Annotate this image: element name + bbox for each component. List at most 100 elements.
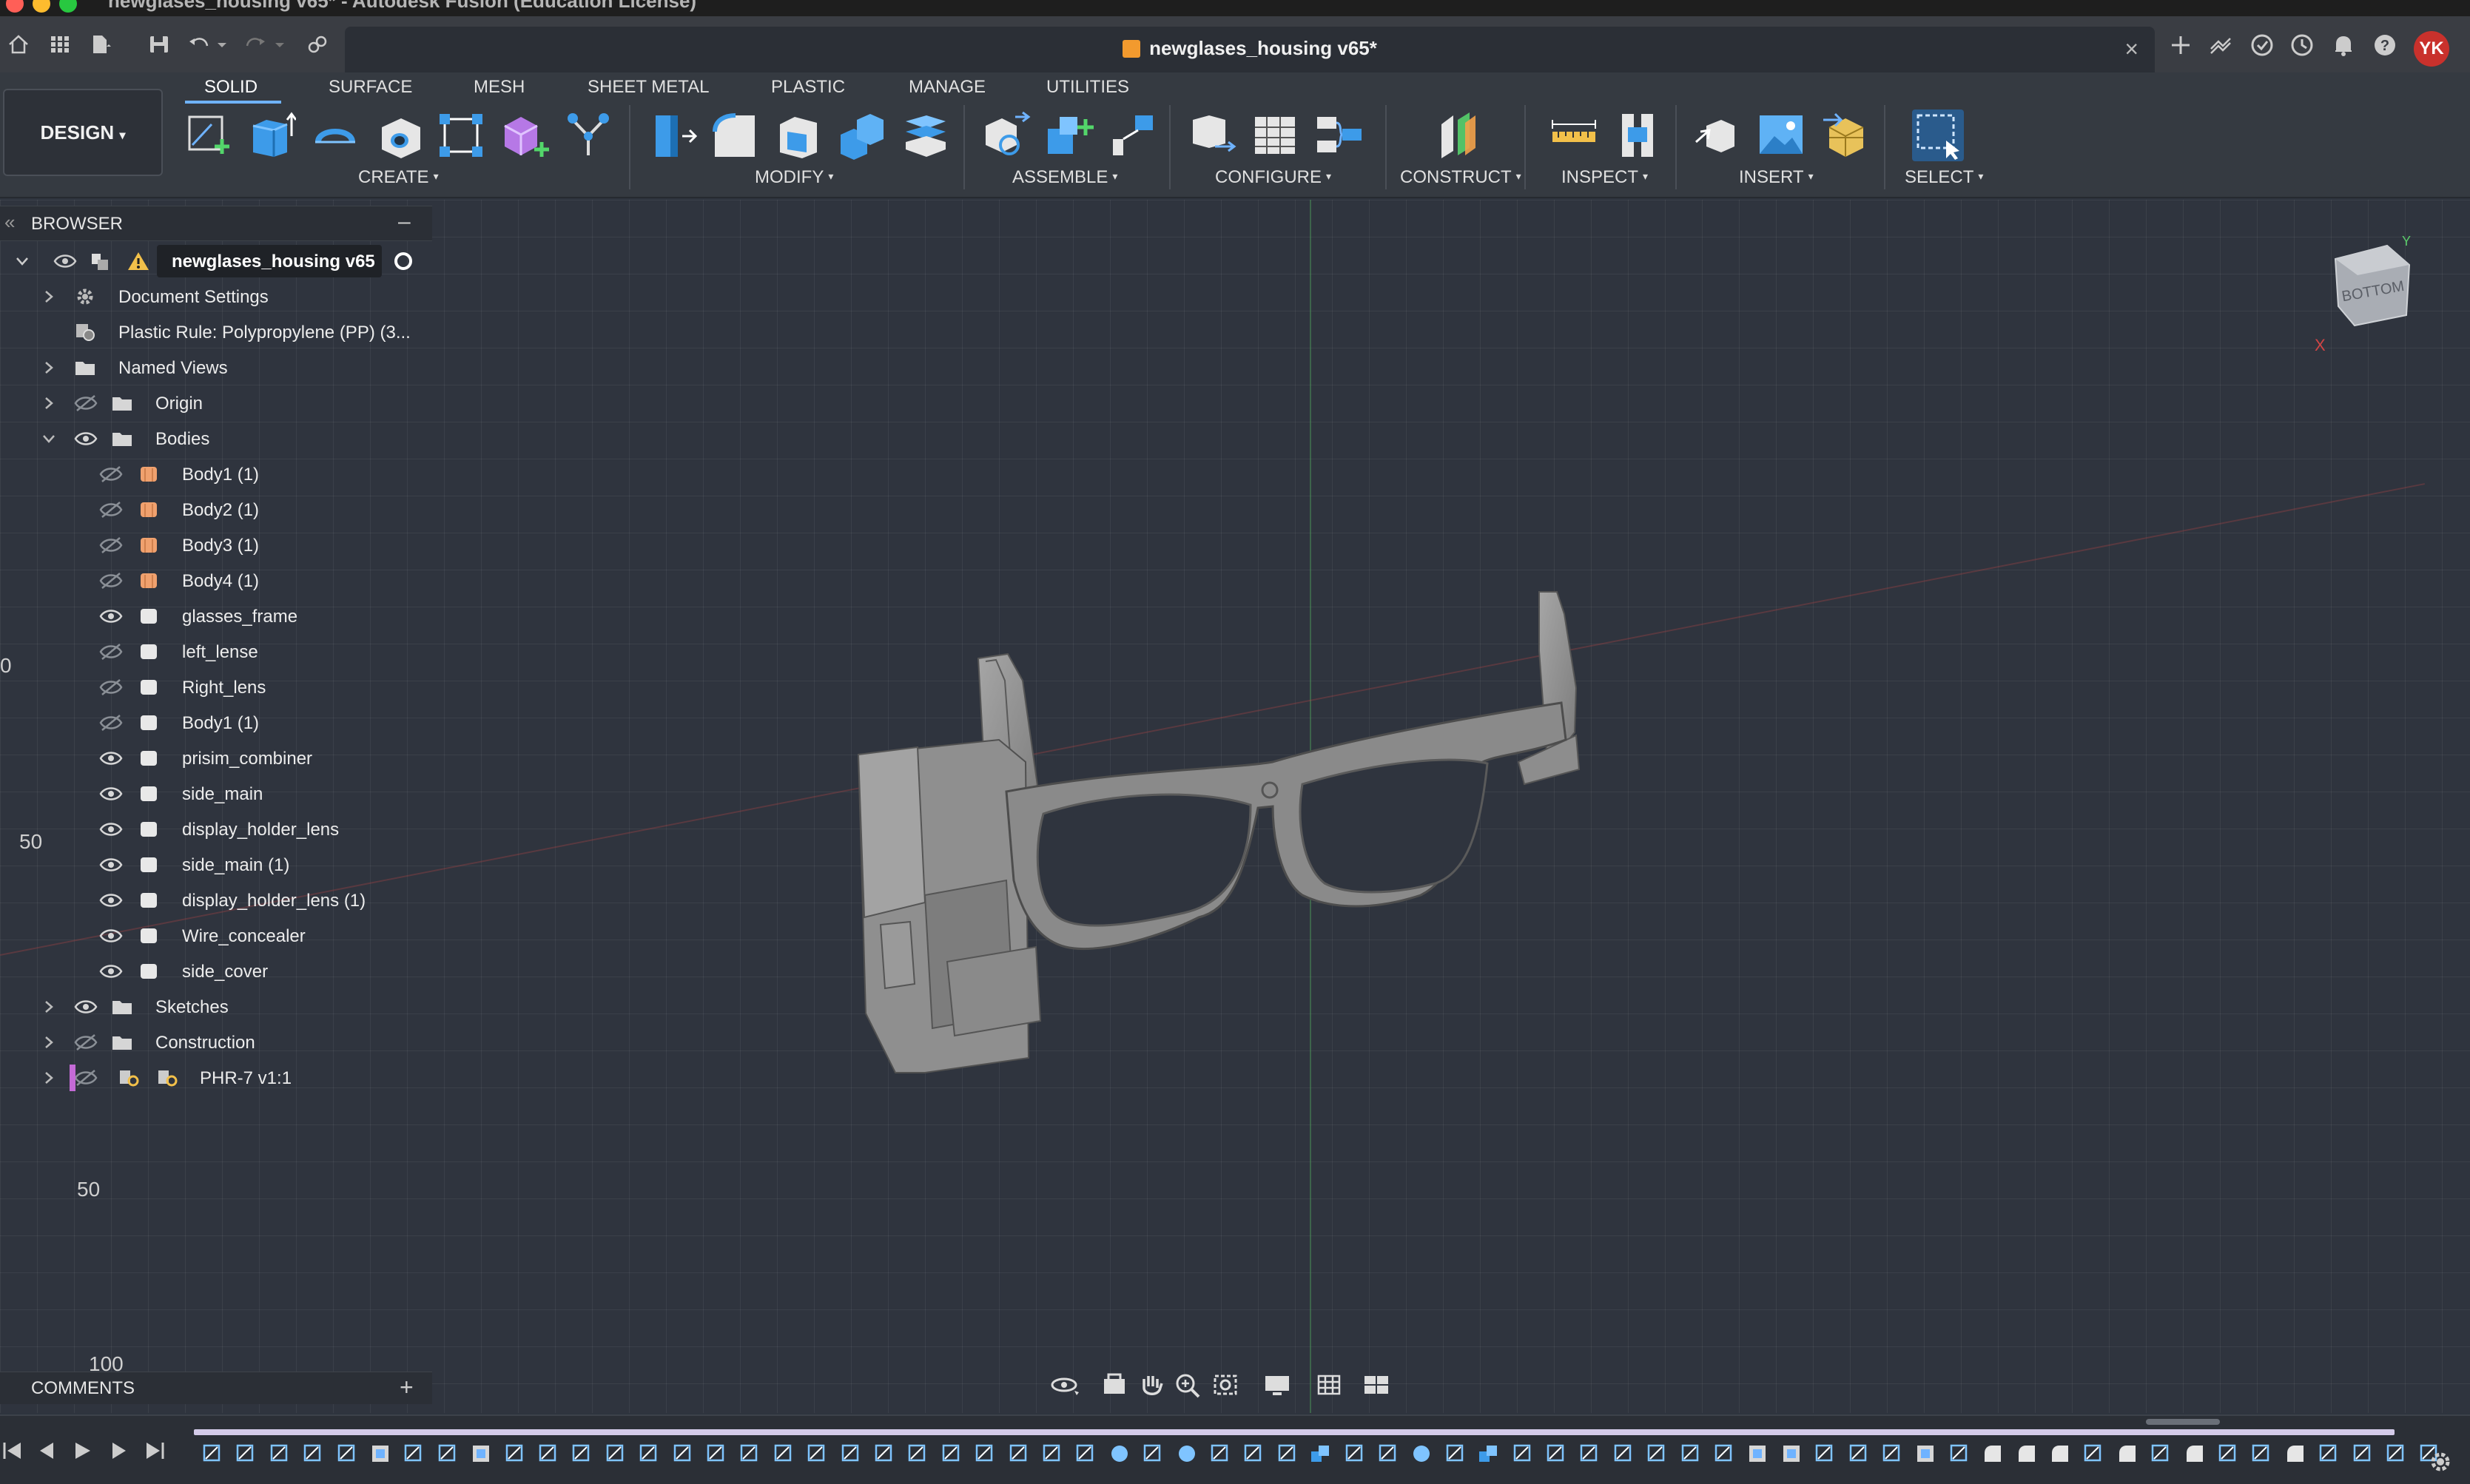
timeline-feature-sketch-icon[interactable] [1512,1443,1534,1465]
timeline-feature-sketch-icon[interactable] [1377,1443,1399,1465]
workspace-switcher-button[interactable]: DESIGN ▾ [3,89,163,176]
configure-icon[interactable] [1185,109,1237,161]
browser-item[interactable]: Body3 (1) [0,527,432,563]
fillet-icon[interactable] [709,109,761,161]
warning-icon[interactable] [127,251,149,271]
measure-icon[interactable] [1548,109,1600,161]
timeline-feature-sketch-icon[interactable] [1041,1443,1063,1465]
minimize-window-button[interactable] [33,0,50,13]
go-to-start-icon[interactable] [0,1438,25,1463]
eye-icon[interactable] [99,607,123,625]
chevron-right-icon[interactable] [41,396,56,411]
document-tab[interactable]: newglases_housing v65* × [345,27,2155,72]
timeline-feature-sketch-icon[interactable] [2352,1443,2374,1465]
timeline-feature-sketch-icon[interactable] [906,1443,929,1465]
eye-hidden-icon[interactable] [99,643,123,661]
timeline-feature-combine-icon[interactable] [1478,1443,1500,1465]
timeline-feature-sketch-icon[interactable] [571,1443,593,1465]
timeline-feature-sketch-icon[interactable] [235,1443,257,1465]
browser-item[interactable]: Body2 (1) [0,492,432,527]
timeline-feature-circle-icon[interactable] [1108,1443,1131,1465]
create-form-icon[interactable] [499,109,551,161]
timeline-feature-sketch-icon[interactable] [2150,1443,2172,1465]
timeline-feature-box-icon[interactable] [1780,1443,1803,1465]
browser-item[interactable]: Wire_concealer [0,918,432,954]
timeline-feature-fillet-icon[interactable] [2016,1443,2038,1465]
viewports-layout-icon[interactable] [1362,1372,1391,1398]
browser-root[interactable]: newglases_housing v65 [0,243,432,279]
timeline-scrollbar[interactable] [2146,1419,2220,1425]
timeline-feature-sketch-icon[interactable] [1848,1443,1870,1465]
timeline-feature-sketch-icon[interactable] [504,1443,526,1465]
group-select-label[interactable]: SELECT ▾ [1905,167,1983,188]
interference-icon[interactable] [1612,109,1663,161]
offset-face-icon[interactable] [900,109,952,161]
display-settings-icon[interactable] [1262,1372,1292,1398]
timeline-feature-sketch-icon[interactable] [269,1443,291,1465]
timeline-feature-sketch-icon[interactable] [974,1443,996,1465]
fit-icon[interactable] [1211,1372,1240,1398]
group-inspect-label[interactable]: INSPECT ▾ [1561,167,1648,188]
select-window-icon[interactable] [1912,109,1964,161]
browser-item[interactable]: PHR-7 v1:1 [0,1060,432,1096]
group-construct-label[interactable]: CONSTRUCT ▾ [1400,167,1521,188]
eye-icon[interactable] [99,856,123,874]
tab-solid[interactable]: SOLID [204,77,258,98]
data-panel-grid-icon[interactable] [49,34,71,55]
grid-settings-icon[interactable] [1314,1372,1344,1398]
browser-item[interactable]: Sketches [0,989,432,1025]
insert-canvas-icon[interactable] [1755,109,1807,161]
timeline-feature-sketch-icon[interactable] [1612,1443,1635,1465]
step-back-icon[interactable] [34,1438,59,1463]
timeline-feature-sketch-icon[interactable] [1881,1443,1903,1465]
browser-item[interactable]: Origin [0,385,432,421]
shell-icon[interactable] [773,109,824,161]
browser-minimize-button[interactable]: – [398,209,411,235]
timeline-feature-combine-icon[interactable] [1310,1443,1332,1465]
eye-hidden-icon[interactable] [74,394,98,412]
timeline-feature-fillet-icon[interactable] [2284,1443,2306,1465]
timeline-feature-sketch-icon[interactable] [940,1443,963,1465]
timeline-feature-sketch-icon[interactable] [1814,1443,1836,1465]
timeline-feature-sketch-icon[interactable] [2082,1443,2104,1465]
timeline-feature-sketch-icon[interactable] [1646,1443,1668,1465]
configuration-rules-icon[interactable] [1313,109,1364,161]
viewcube[interactable]: BOTTOM Y X [2329,234,2411,330]
step-forward-icon[interactable] [107,1438,132,1463]
timeline-feature-sketch-icon[interactable] [2250,1443,2272,1465]
timeline-feature-box-icon[interactable] [369,1443,391,1465]
timeline-feature-sketch-icon[interactable] [1209,1443,1231,1465]
eye-hidden-icon[interactable] [99,572,123,590]
orbit-icon[interactable] [1051,1372,1080,1398]
timeline-feature-sketch-icon[interactable] [201,1443,223,1465]
save-icon[interactable] [148,34,170,55]
browser-item[interactable]: display_holder_lens (1) [0,883,432,918]
zoom-window-button[interactable] [59,0,77,13]
timeline-feature-sketch-icon[interactable] [738,1443,761,1465]
pan-hand-icon[interactable] [1137,1372,1166,1398]
timeline-feature-sketch-icon[interactable] [1344,1443,1366,1465]
browser-item[interactable]: side_main [0,776,432,812]
timeline-feature-sketch-icon[interactable] [1008,1443,1030,1465]
timeline-feature-fillet-icon[interactable] [2049,1443,2071,1465]
timeline-feature-sketch-icon[interactable] [605,1443,627,1465]
home-icon[interactable] [7,34,30,55]
chevron-down-icon[interactable] [41,431,56,446]
timeline-settings-gear-icon[interactable] [2427,1448,2454,1475]
play-icon[interactable] [70,1438,95,1463]
eye-icon[interactable] [74,430,98,448]
timeline-feature-sketch-icon[interactable] [1142,1443,1164,1465]
timeline-feature-sketch-icon[interactable] [773,1443,795,1465]
browser-item[interactable]: display_holder_lens [0,812,432,847]
chevron-right-icon[interactable] [41,360,56,375]
timeline-feature-sketch-icon[interactable] [537,1443,559,1465]
job-status-icon[interactable] [2249,33,2275,58]
eye-hidden-icon[interactable] [74,1069,98,1087]
timeline-feature-sketch-icon[interactable] [840,1443,862,1465]
eye-icon[interactable] [99,891,123,909]
timeline-feature-box-icon[interactable] [1746,1443,1769,1465]
browser-item[interactable]: Document Settings [0,279,432,314]
tab-mesh[interactable]: MESH [474,77,525,98]
new-component-icon[interactable] [1043,109,1095,161]
timeline-feature-sketch-icon[interactable] [2217,1443,2239,1465]
